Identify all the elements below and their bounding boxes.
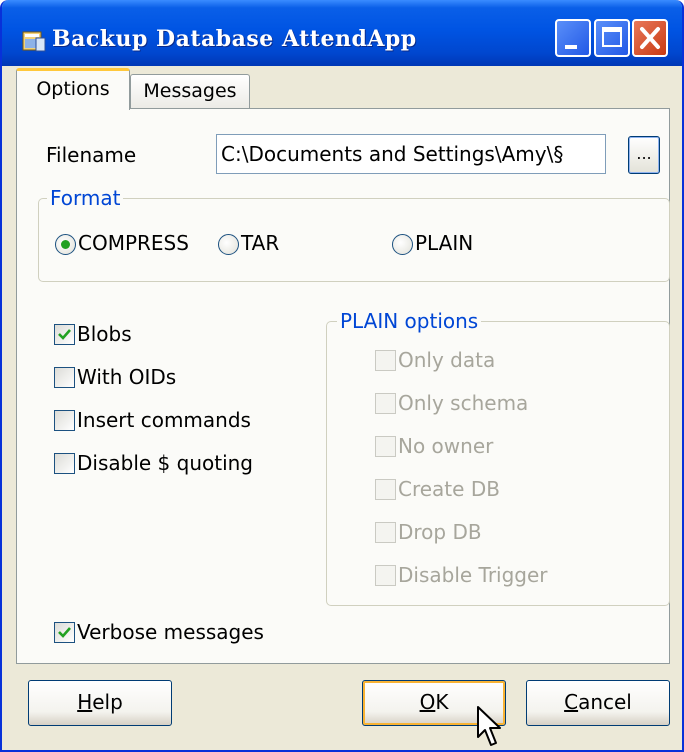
close-icon xyxy=(640,27,660,49)
help-button[interactable]: Help xyxy=(28,680,172,726)
checkbox-with-oids-label: With OIDs xyxy=(77,365,177,389)
check-mark-icon xyxy=(58,627,71,638)
ok-mnemonic: O xyxy=(419,690,436,714)
maximize-icon xyxy=(602,27,622,47)
close-button[interactable] xyxy=(632,19,668,57)
cancel-button[interactable]: Cancel xyxy=(526,680,670,726)
checkbox-only-schema-label: Only schema xyxy=(398,391,529,415)
checkbox-only-data-label: Only data xyxy=(398,348,496,372)
checkbox-with-oids[interactable] xyxy=(54,367,75,388)
checkbox-insert-commands-label: Insert commands xyxy=(77,408,251,432)
cancel-button-text-rest: ancel xyxy=(578,690,632,714)
checkbox-blobs-label: Blobs xyxy=(77,322,132,346)
checkbox-no-owner-label: No owner xyxy=(398,434,494,458)
checkbox-insert-commands[interactable] xyxy=(54,410,75,431)
checkbox-disable-trigger[interactable] xyxy=(375,565,396,586)
filename-label: Filename xyxy=(46,143,137,167)
format-group-title: Format xyxy=(47,186,124,210)
radio-compress[interactable] xyxy=(55,234,76,255)
checkbox-blobs[interactable] xyxy=(54,324,75,345)
options-panel: Filename C:\Documents and Settings\Amy\§… xyxy=(16,108,670,664)
checkbox-create-db[interactable] xyxy=(375,479,396,500)
minimize-icon xyxy=(565,45,577,49)
radio-tar-label: TAR xyxy=(241,231,280,255)
checkbox-disable-quoting[interactable] xyxy=(54,453,75,474)
checkbox-drop-db[interactable] xyxy=(375,522,396,543)
checkbox-create-db-label: Create DB xyxy=(398,477,500,501)
checkbox-verbose-label: Verbose messages xyxy=(77,620,264,644)
checkbox-no-owner[interactable] xyxy=(375,436,396,457)
checkbox-disable-quoting-label: Disable $ quoting xyxy=(77,451,254,475)
filename-input[interactable]: C:\Documents and Settings\Amy\§ xyxy=(216,134,606,174)
window-title: Backup Database AttendApp xyxy=(52,26,417,52)
ok-button-text-rest: K xyxy=(435,690,449,714)
checkbox-only-schema[interactable] xyxy=(375,393,396,414)
maximize-button[interactable] xyxy=(594,19,630,57)
backup-dialog: Backup Database AttendApp Options Messag… xyxy=(0,0,684,752)
tab-options[interactable]: Options xyxy=(16,68,130,110)
help-button-text-rest: elp xyxy=(92,690,123,714)
checkbox-only-data[interactable] xyxy=(375,350,396,371)
plain-options-title: PLAIN options xyxy=(337,309,482,333)
cancel-mnemonic: C xyxy=(564,690,579,714)
radio-plain[interactable] xyxy=(392,234,413,255)
browse-button[interactable]: ... xyxy=(628,136,660,174)
plain-options-group: PLAIN options Only data Only schema No o… xyxy=(326,309,670,606)
database-icon xyxy=(22,31,46,52)
help-mnemonic: H xyxy=(77,690,93,714)
radio-plain-label: PLAIN xyxy=(415,231,474,255)
checkbox-drop-db-label: Drop DB xyxy=(398,520,482,544)
format-group: Format COMPRESS TAR PLAIN xyxy=(38,186,670,282)
mouse-cursor-icon xyxy=(477,706,501,746)
tab-messages[interactable]: Messages xyxy=(130,74,250,108)
title-bar[interactable]: Backup Database AttendApp xyxy=(2,0,682,66)
radio-tar[interactable] xyxy=(218,234,239,255)
minimize-button[interactable] xyxy=(555,19,591,57)
checkbox-verbose[interactable] xyxy=(54,622,75,643)
radio-compress-label: COMPRESS xyxy=(78,231,189,255)
checkbox-disable-trigger-label: Disable Trigger xyxy=(398,563,548,587)
check-mark-icon xyxy=(58,329,71,340)
